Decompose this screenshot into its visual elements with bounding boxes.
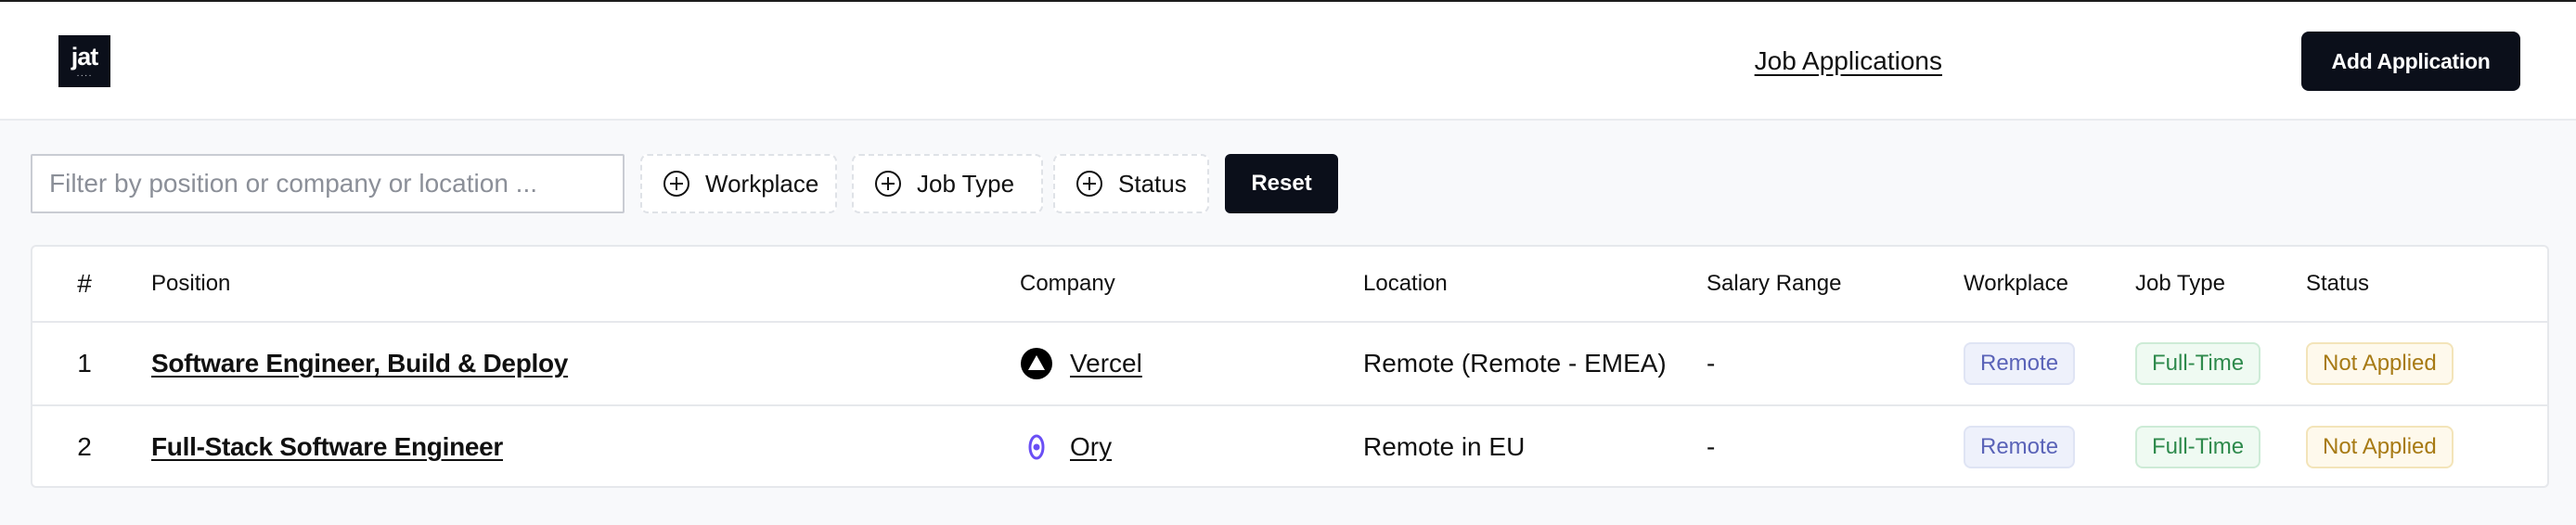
location-text: Remote in EU [1363,432,1526,461]
plus-circle-icon [663,171,689,197]
company-link[interactable]: Ory [1070,432,1112,462]
plus-circle-icon [875,171,901,197]
row-number: 2 [77,432,92,461]
plus-circle-icon [1076,171,1102,197]
job-type-badge: Full-Time [2135,426,2261,468]
workplace-filter-button[interactable]: Workplace [640,154,837,213]
column-header-number: # [77,269,92,298]
workplace-badge: Remote [1964,342,2076,385]
status-filter-button[interactable]: Status [1053,154,1209,213]
reset-button[interactable]: Reset [1225,154,1338,213]
logo-dots: ···· [76,70,93,81]
search-input[interactable] [31,154,625,213]
table-header-row: # Position Company Location Salary Range… [32,247,2547,323]
table-row[interactable]: 1 Software Engineer, Build & Deploy Verc… [32,323,2547,406]
workplace-filter-label: Workplace [705,169,819,198]
column-header-location: Location [1363,271,1448,296]
job-type-filter-button[interactable]: Job Type [852,154,1043,213]
logo-text: jat [71,43,99,70]
table-row[interactable]: 2 Full-Stack Software Engineer Ory Remot… [32,406,2547,486]
location-text: Remote (Remote - EMEA) [1363,349,1667,378]
ory-logo-icon [1020,430,1053,464]
top-header: jat ···· Job Applications Add Applicatio… [0,2,2576,121]
company-link[interactable]: Vercel [1070,349,1142,378]
salary-text: - [1707,349,1716,378]
column-header-position: Position [151,271,231,296]
status-badge: Not Applied [2306,342,2454,385]
app-logo[interactable]: jat ···· [58,35,110,87]
workplace-badge: Remote [1964,426,2076,468]
status-filter-label: Status [1118,169,1187,198]
column-header-job-type: Job Type [2135,271,2225,296]
job-type-filter-label: Job Type [917,169,1015,198]
applications-table: # Position Company Location Salary Range… [31,245,2549,488]
vercel-logo-icon [1020,347,1053,380]
column-header-workplace: Workplace [1964,271,2068,296]
add-application-button[interactable]: Add Application [2301,32,2520,91]
column-header-company: Company [1020,271,1115,296]
column-header-status: Status [2306,271,2370,296]
position-link[interactable]: Software Engineer, Build & Deploy [151,349,568,378]
filter-bar: Workplace Job Type Status Reset [31,154,1423,213]
status-badge: Not Applied [2306,426,2454,468]
job-type-badge: Full-Time [2135,342,2261,385]
job-applications-link[interactable]: Job Applications [1755,46,1942,76]
salary-text: - [1707,432,1716,461]
column-header-salary-range: Salary Range [1707,271,1842,296]
row-number: 1 [77,349,92,378]
position-link[interactable]: Full-Stack Software Engineer [151,432,503,462]
